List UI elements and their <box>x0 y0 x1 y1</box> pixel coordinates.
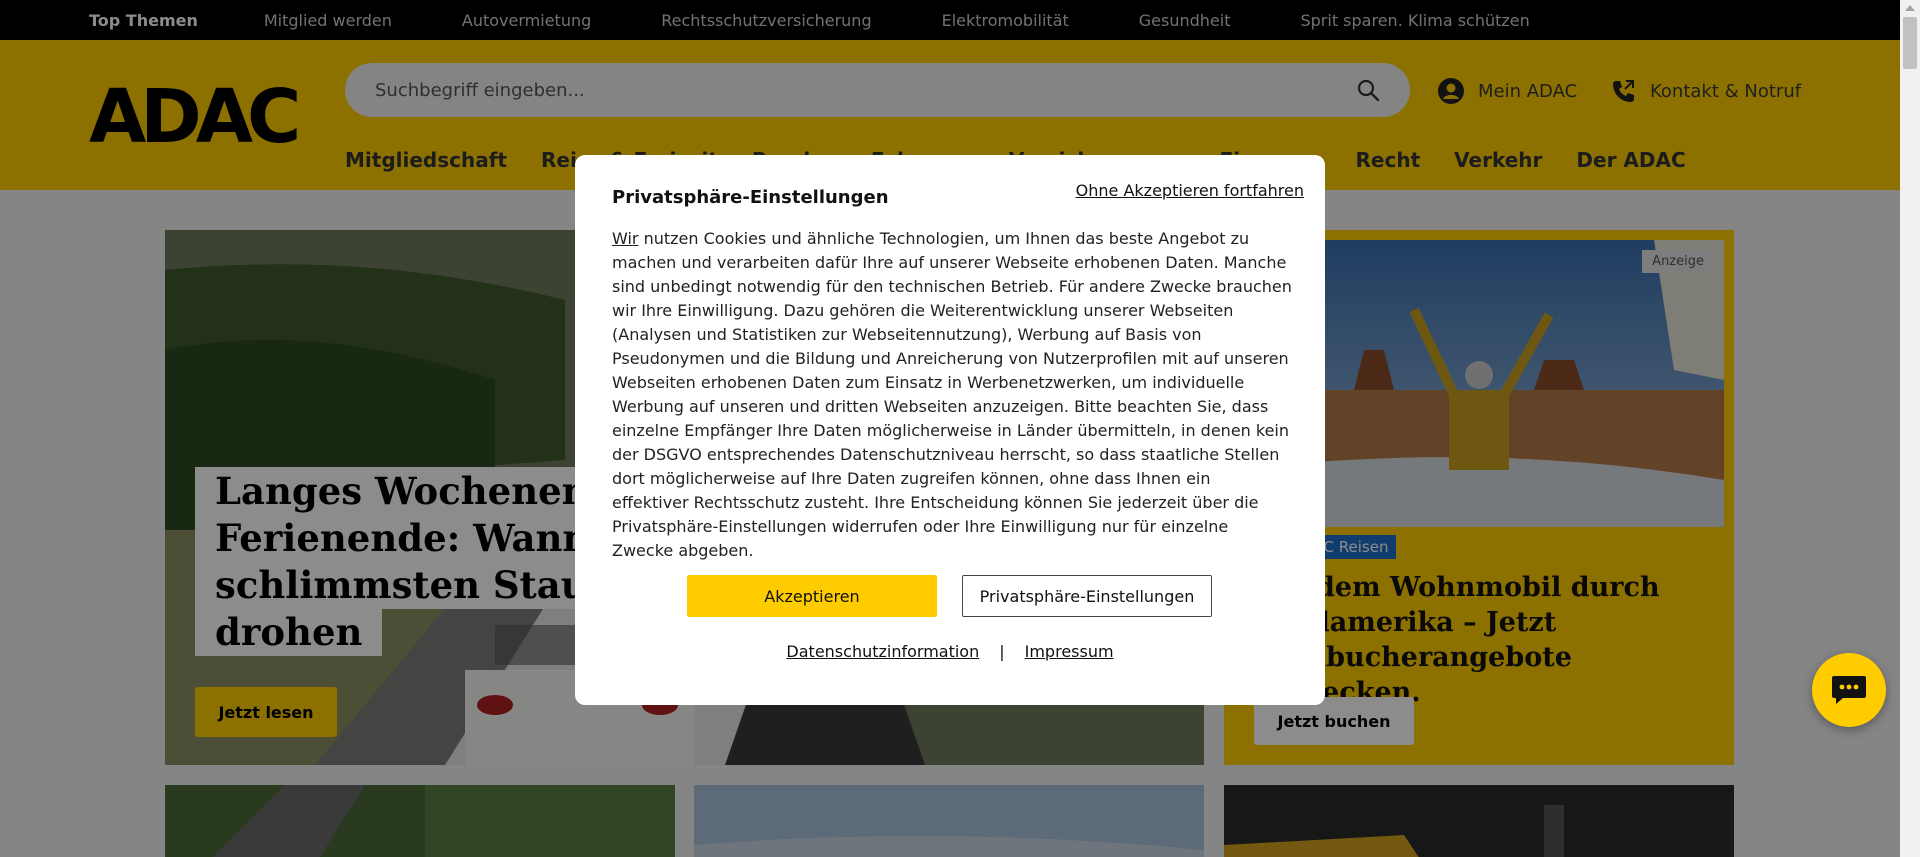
privacy-settings-button[interactable]: Privatsphäre-Einstellungen <box>962 575 1212 617</box>
scroll-thumb[interactable] <box>1903 17 1917 69</box>
accept-button[interactable]: Akzeptieren <box>687 575 937 617</box>
privacy-info-link[interactable]: Datenschutzinformation <box>786 642 979 661</box>
imprint-link[interactable]: Impressum <box>1025 642 1114 661</box>
privacy-modal: Privatsphäre-Einstellungen Ohne Akzeptie… <box>575 155 1325 705</box>
modal-text-body: nutzen Cookies und ähnliche Technologien… <box>612 229 1292 560</box>
modal-footer-links: Datenschutzinformation | Impressum <box>575 642 1325 661</box>
continue-without-accepting-link[interactable]: Ohne Akzeptieren fortfahren <box>1076 181 1304 200</box>
modal-title: Privatsphäre-Einstellungen <box>612 187 889 208</box>
page-scrollbar[interactable] <box>1900 0 1920 857</box>
scroll-up-arrow-icon[interactable] <box>1905 5 1915 11</box>
link-separator: | <box>999 642 1005 661</box>
modal-body-text: Wir nutzen Cookies und ähnliche Technolo… <box>612 227 1292 563</box>
chat-icon <box>1832 676 1866 704</box>
modal-text-first-word[interactable]: Wir <box>612 229 639 248</box>
chat-button[interactable] <box>1812 653 1886 727</box>
